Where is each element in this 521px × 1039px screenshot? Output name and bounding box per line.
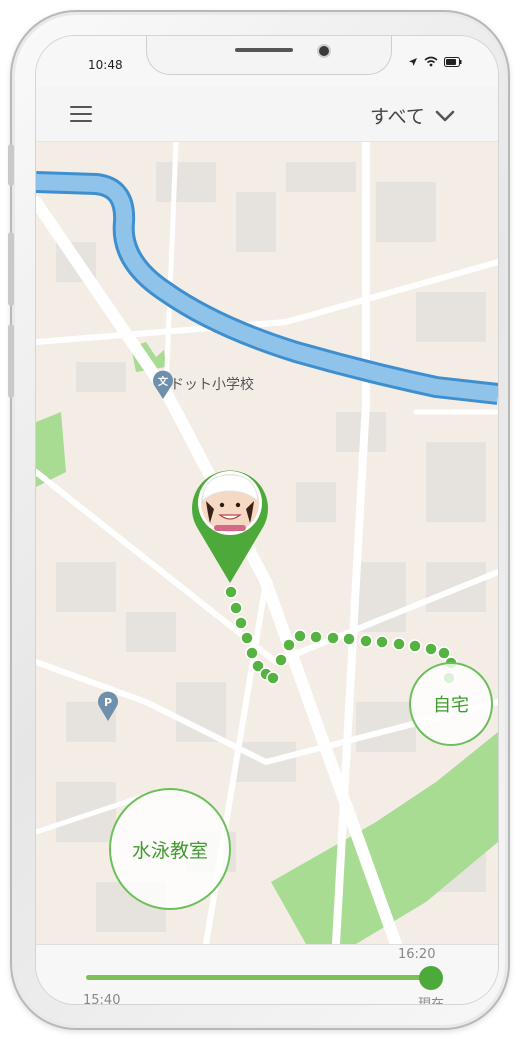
phone-screen: 10:48 すべて 文 ドット小学校 P 自宅 水泳教室 16:20 15:40… xyxy=(35,35,499,1005)
child-avatar-pin[interactable] xyxy=(190,465,270,585)
place-circle-swimming-school[interactable]: 水泳教室 xyxy=(109,788,231,910)
wifi-icon xyxy=(424,56,438,67)
timeline-start-time: 15:40 xyxy=(83,993,121,1005)
side-button-volume-up xyxy=(8,232,14,306)
status-bar: 10:48 xyxy=(36,36,498,86)
timeline-bar: 16:20 15:40 現在 xyxy=(36,944,498,1005)
filter-dropdown[interactable]: すべて xyxy=(370,102,455,129)
map-view[interactable]: 文 ドット小学校 P 自宅 水泳教室 xyxy=(36,142,498,944)
app-header: すべて xyxy=(36,86,498,142)
front-camera xyxy=(317,44,331,58)
side-button-volume-down xyxy=(8,324,14,398)
place-label-home: 自宅 xyxy=(433,695,469,716)
timeline-end-time: 16:20 xyxy=(398,947,436,962)
timeline-now-label: 現在 xyxy=(418,997,445,1005)
status-icons xyxy=(408,56,462,67)
hamburger-menu-icon[interactable] xyxy=(70,106,94,126)
status-time: 10:48 xyxy=(88,58,123,72)
notch xyxy=(146,36,392,75)
place-circle-home[interactable]: 自宅 xyxy=(409,662,493,746)
filter-label: すべて xyxy=(370,106,425,128)
speaker xyxy=(235,48,293,52)
timeline-slider-thumb[interactable] xyxy=(419,966,443,990)
timeline-track[interactable] xyxy=(86,975,432,980)
side-button-mute xyxy=(8,144,14,186)
location-arrow-icon xyxy=(409,57,417,66)
chevron-down-icon xyxy=(435,110,455,121)
place-label-swimming-school: 水泳教室 xyxy=(131,839,208,862)
battery-icon xyxy=(444,56,462,67)
